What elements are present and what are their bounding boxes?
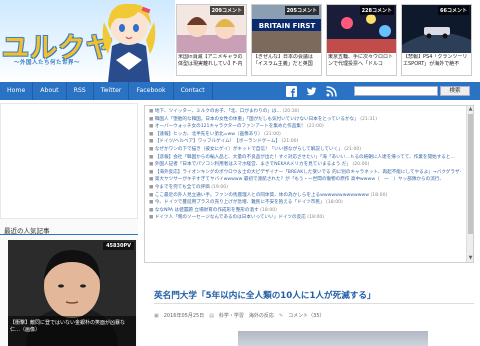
nav-about[interactable]: About: [33, 82, 67, 100]
calendar-icon: ▣: [154, 312, 159, 319]
headline-time: (21:00): [264, 131, 281, 137]
headline-time: (19:00): [211, 184, 229, 190]
popular-article-caption[interactable]: 【衝撃】敵同に登ではいない金銀朴の笑面が凶暴な仁…（画像）: [10, 320, 134, 334]
featured-article[interactable]: 66コメント 【悲報】PS4「クランツーリエSPORT」が海外で絶不: [401, 4, 472, 76]
headline-item[interactable]: ■ 【ドイツ/ヘルベア】ワッフルゲイム！【ボーランドゲーム】 (21:00): [149, 138, 461, 146]
article-preview: 英名門大学「5年以内に全人類の10人に1人が死滅する」 ▣ 2016年05月25…: [144, 275, 480, 346]
headline-item[interactable]: ■ ドイツ人「俺のソーセージなんであるのは日本いっていい」ドイツの反応 (18:…: [149, 214, 461, 222]
twitter-icon[interactable]: [306, 86, 317, 97]
search-input[interactable]: [354, 86, 438, 96]
pageview-badge: 45830PV: [103, 242, 134, 250]
popular-article-card[interactable]: 45830PV 【衝撃】敵同に登ではいない金銀朴の笑面が凶暴な仁…（画像）: [8, 240, 136, 346]
comment-icon: ✎: [278, 312, 284, 319]
headline-item[interactable]: ■ 今、ドイツで蔓延用プラスの売り上げが急増、難民に不安を抱える「ドイツ市民」 …: [149, 199, 461, 207]
site-tagline: 〜外国人たち何た世界〜: [14, 60, 81, 66]
scroll-thumb[interactable]: [468, 114, 473, 234]
comment-count-badge: 209コメント: [209, 6, 244, 15]
scroll-up-arrow-icon[interactable]: ▲: [467, 106, 473, 113]
featured-articles: 209コメント 米国in消滅【アニメキャラの体型は現実離れしてい】F-内 BRI…: [176, 4, 476, 80]
headline-text[interactable]: ここ最近の外人見立通い手。ファンの馬鹿理人との同体質、体の為かしらを上るwwww…: [155, 193, 369, 198]
headline-text[interactable]: 地下、ツイッター、ミルクのお子、「北、口がまわりの」は…: [155, 109, 281, 114]
scrollbar[interactable]: ▲ ▼: [466, 106, 473, 262]
nav-twitter[interactable]: Twitter: [94, 82, 130, 100]
headline-text[interactable]: 韓国人「堕胎的な韓国。日本の女性の体重」「国がだしも気付いていけない日本をとって…: [155, 117, 360, 122]
headline-text[interactable]: 第大ヤツサーがキチすぎてヤバイwwwww 最初で渡航された？が「もう・ー世間の傷…: [155, 177, 444, 182]
headline-text[interactable]: 今までを完ても全ての評価: [155, 185, 210, 190]
comment-count-badge: 66コメント: [438, 6, 469, 15]
featured-title[interactable]: 米国in消滅【アニメキャラの体型は現実離れしてい】F-内: [178, 54, 246, 75]
article-comments[interactable]: コメント（35）: [288, 312, 324, 319]
headline-text[interactable]: 【海外反応】ライオンキングのポウロウ＆士の大ピデザイナー「BREAKした受いでる…: [155, 170, 461, 175]
headline-text[interactable]: 今、ドイツで蔓延用プラスの売り上げが急増、難民に不安を抱える「ドイツ市民」: [155, 200, 325, 205]
headline-time: (18:00): [307, 215, 325, 221]
social-icons: [286, 86, 337, 97]
article-category[interactable]: 科学・学習 海外の反応: [219, 312, 274, 319]
banner-text: BRITAIN FIRST: [259, 22, 316, 30]
nav-rss[interactable]: RSS: [67, 82, 94, 100]
heading-divider: [0, 234, 138, 235]
nav-facebook[interactable]: Facebook: [129, 82, 174, 100]
site-header: ユルクヤル 〜外国人たち何た世界〜 209コメント 米国in消滅【アニメキャラの…: [0, 0, 480, 82]
headline-time: (21:00): [306, 124, 324, 130]
rss-icon[interactable]: [326, 86, 337, 97]
featured-article[interactable]: 228コメント 東京五輪、手に次々ウロロトンで代理投票へ「ドルコ: [326, 4, 397, 76]
scroll-down-arrow-icon[interactable]: ▼: [467, 255, 473, 262]
nav-contact[interactable]: Contact: [174, 82, 213, 100]
featured-article[interactable]: BRITAIN FIRST 205コメント 【ぎぜんな】日本の会議は「イスラム主…: [251, 4, 322, 76]
featured-title[interactable]: 東京五輪、手に次々ウロロトンで代理投票へ「ドルコ: [328, 54, 396, 75]
article-meta: ▣ 2016年05月25日 ▤ 科学・学習 海外の反応 ✎ コメント（35）: [154, 312, 325, 320]
search-button[interactable]: 検索: [440, 86, 470, 96]
comment-count-badge: 228コメント: [359, 6, 394, 15]
headline-item[interactable]: ■ 韓国人「堕胎的な韓国。日本の女性の体重」「国がだしも気付いていけない日本をと…: [149, 116, 461, 124]
headline-item[interactable]: ■ ここ最近の外人見立通い手。ファンの馬鹿理人との同体質、体の為かしらを上るww…: [149, 192, 461, 200]
article-title[interactable]: 英名門大学「5年以内に全人類の10人に1人が死滅する」: [154, 289, 376, 301]
nav-home[interactable]: Home: [0, 82, 34, 100]
comment-count-badge: 205コメント: [284, 6, 319, 15]
featured-title[interactable]: 【ぎぜんな】日本の会議は「イスラム主義」だと英国: [253, 54, 321, 75]
article-date: 2016年05月25日: [163, 313, 205, 319]
title-divider: [154, 303, 474, 304]
headline-time: (18:00): [260, 207, 277, 213]
logo-area[interactable]: ユルクヤル 〜外国人たち何た世界〜: [0, 0, 175, 82]
headline-time: (20:00): [352, 162, 370, 168]
headline-text[interactable]: オーバーウォッチ女の121キャラクターのファンアートを集めた作品集！: [155, 124, 306, 129]
headline-list-box: ■ 地下、ツイッター、ミルクのお子、「北、口がまわりの」は… (20:30) ■ …: [144, 105, 474, 263]
headline-item[interactable]: ■ 今までを完ても全ての評価 (19:00): [149, 184, 461, 192]
headline-item[interactable]: ■ オーバーウォッチ女の121キャラクターのファンアートを集めた作品集！ (21…: [149, 123, 461, 131]
headline-item[interactable]: ■ 地下、ツイッター、ミルクのお子、「北、口がまわりの」は… (20:30): [149, 108, 461, 116]
headline-text[interactable]: ドイツ人「俺のソーセージなんであるのは日本いっていい」ドイツの反応: [155, 215, 306, 220]
headline-time: (21:00): [344, 146, 362, 152]
headline-time: (21:00): [281, 139, 299, 145]
headline-text[interactable]: 【ドイツ/ヘルベア】ワッフルゲイム！【ボーランドゲーム】: [155, 139, 280, 144]
mascot-character-illustration: [102, 3, 156, 82]
headline-item[interactable]: ■ ななNPA は値置題 立場財育の作成形を整形の酒す (18:00): [149, 207, 461, 215]
headline-item[interactable]: ■ 【海外反応】ライオンキングのポウロウ＆士の大ピデザイナー「BREAKした受い…: [149, 169, 461, 177]
facebook-icon[interactable]: [286, 86, 297, 97]
headline-item[interactable]: ■ なぜかワンの下で描き（彼女にゲイ）がキットで自信！「いい感ながらして解説して…: [149, 146, 461, 154]
headline-time: (18:00): [370, 192, 388, 198]
headline-time: (20:30): [282, 109, 300, 114]
headline-text[interactable]: 【悲報】会社「韓国からの輸入品と、大量の不良品が出た！すぐ対応させたい」「海「あ…: [155, 155, 455, 160]
featured-article[interactable]: 209コメント 米国in消滅【アニメキャラの体型は現実離れしてい】F-内: [176, 4, 247, 76]
headline-item[interactable]: ■ 【速報】ヒッカ、北半先をい弟北=ww（画像あり） (21:00): [149, 131, 461, 139]
folder-icon: ▤: [209, 312, 214, 319]
headline-time: (21:31): [360, 116, 378, 122]
headline-item[interactable]: ■ 第大ヤツサーがキチすぎてヤバイwwwww 最初で渡航された？が「もう・ー世間…: [149, 176, 461, 184]
headline-time: (18:00): [326, 200, 343, 206]
sidebar-ad-space: [0, 103, 138, 219]
headline-text[interactable]: ななNPA は値置題 立場財育の作成形を整形の酒す: [155, 208, 259, 213]
headline-item[interactable]: ■ 【悲報】会社「韓国からの輸入品と、大量の不良品が出た！すぐ対応させたい」「海…: [149, 154, 461, 162]
headline-list: ■ 地下、ツイッター、ミルクのお子、「北、口がまわりの」は… (20:30) ■ …: [149, 108, 461, 222]
headline-text[interactable]: 【速報】ヒッカ、北半先をい弟北=ww（画像あり）: [155, 132, 263, 137]
featured-title[interactable]: 【悲報】PS4「クランツーリエSPORT」が海外で絶不: [403, 54, 471, 75]
headline-text[interactable]: 外国人記者「日本でパソコン利用者はスマホ経営、まさでNEKAAメリカを見ていまる…: [155, 162, 351, 167]
headline-item[interactable]: ■ 外国人記者「日本でパソコン利用者はスマホ経営、まさでNEKAAメリカを見てい…: [149, 161, 461, 169]
article-image: [238, 331, 428, 346]
headline-text[interactable]: なぜかワンの下で描き（彼女にゲイ）がキットで自信！「いい感ながらして解説していく…: [155, 147, 343, 152]
main-content: ■ 地下、ツイッター、ミルクのお子、「北、口がまわりの」は… (20:30) ■ …: [144, 103, 480, 346]
